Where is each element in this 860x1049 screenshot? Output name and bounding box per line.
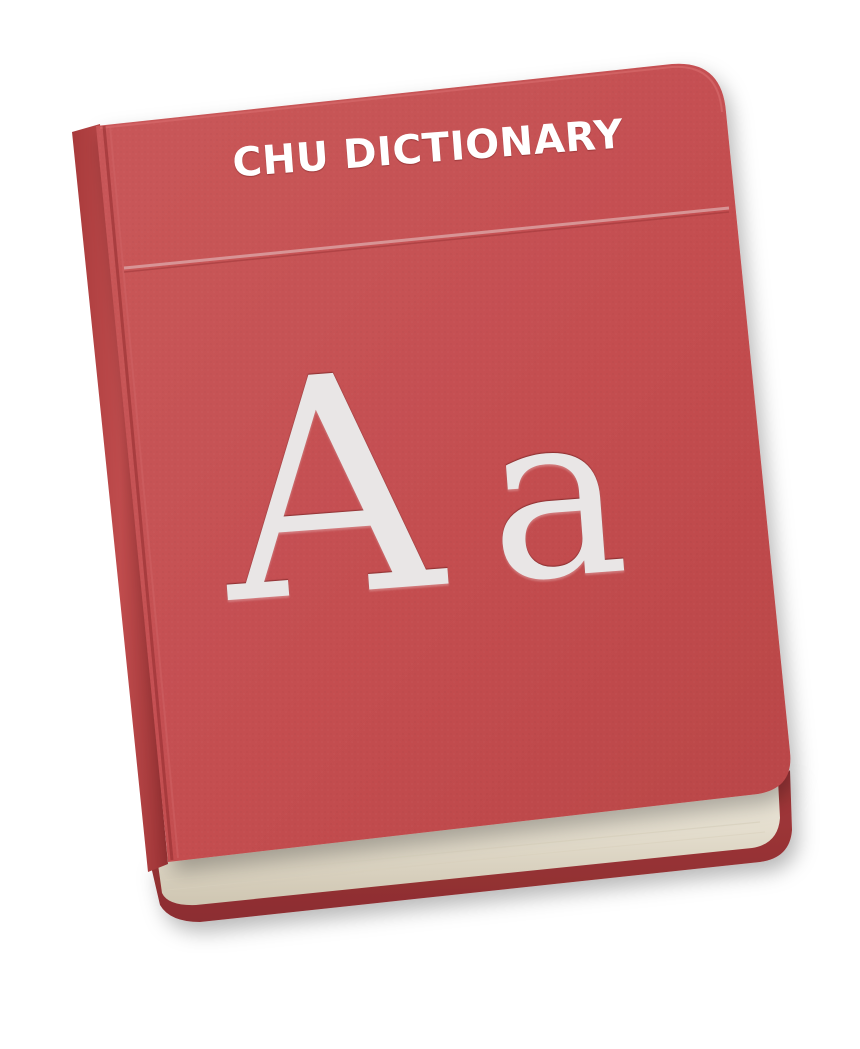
dictionary-book-icon xyxy=(72,63,792,922)
dictionary-app-icon: CHU DICTIONARY A a xyxy=(0,0,860,1049)
